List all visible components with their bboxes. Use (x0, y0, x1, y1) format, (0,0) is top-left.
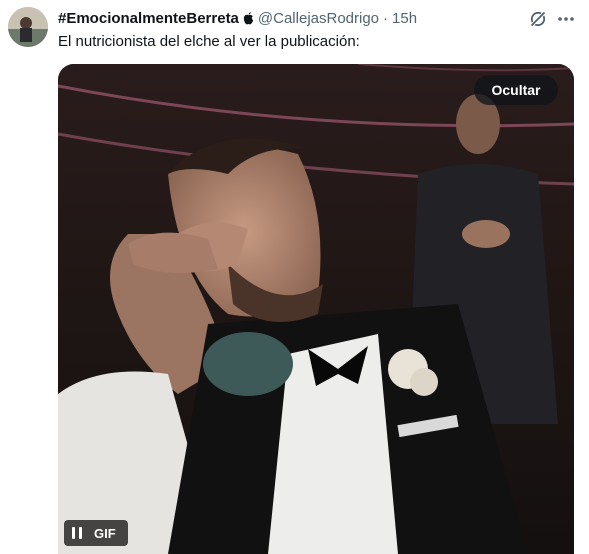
tweet-text: El nutricionista del elche al ver la pub… (58, 33, 360, 50)
user-handle[interactable]: @CallejasRodrigo (258, 10, 379, 27)
grok-icon[interactable] (528, 9, 548, 29)
gif-frame (58, 64, 574, 554)
gif-controls: GIF (64, 520, 128, 546)
avatar[interactable] (8, 7, 48, 47)
separator-dot: · (383, 9, 389, 27)
more-icon[interactable] (556, 9, 576, 29)
tweet[interactable]: #EmocionalmenteBerreta @CallejasRodrigo … (0, 0, 589, 554)
display-name[interactable]: #EmocionalmenteBerreta (58, 10, 239, 27)
apple-icon (243, 11, 254, 25)
hide-button[interactable]: Ocultar (474, 75, 558, 105)
timestamp[interactable]: 15h (392, 10, 417, 27)
tweet-header: #EmocionalmenteBerreta @CallejasRodrigo … (58, 8, 417, 28)
gif-badge: GIF (94, 525, 116, 541)
pause-icon[interactable] (72, 527, 82, 539)
gif-media[interactable]: Ocultar GIF (58, 64, 574, 554)
